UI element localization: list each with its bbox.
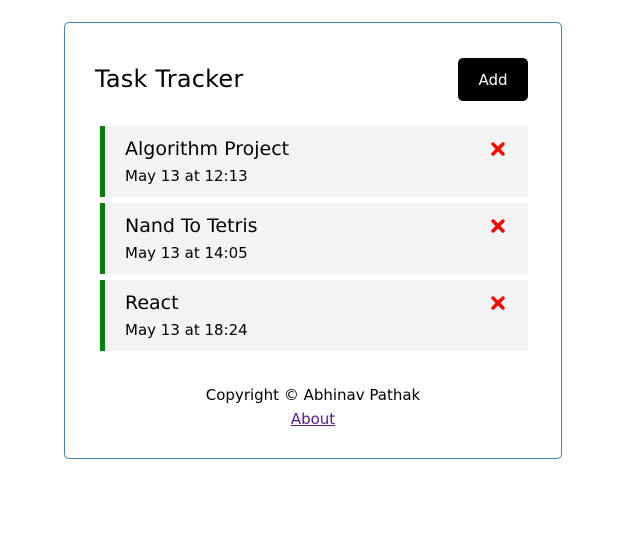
task-time: May 13 at 18:24 — [125, 321, 248, 339]
task-item[interactable]: Algorithm Project May 13 at 12:13 — [100, 126, 528, 197]
task-item[interactable]: React May 13 at 18:24 — [100, 280, 528, 351]
add-button[interactable]: Add — [458, 58, 528, 101]
page-title: Task Tracker — [95, 65, 244, 93]
task-item[interactable]: Nand To Tetris May 13 at 14:05 — [100, 203, 528, 274]
app-container: Task Tracker Add Algorithm Project May 1… — [64, 22, 562, 459]
close-icon[interactable] — [490, 295, 506, 311]
about-link[interactable]: About — [291, 407, 335, 431]
copyright-text: Copyright © Abhinav Pathak — [205, 386, 421, 404]
close-icon[interactable] — [490, 218, 506, 234]
task-time: May 13 at 14:05 — [125, 244, 248, 262]
task-list: Algorithm Project May 13 at 12:13 Nand T… — [100, 126, 528, 357]
close-icon[interactable] — [490, 141, 506, 157]
task-name: Nand To Tetris — [125, 215, 258, 237]
header: Task Tracker Add — [95, 58, 528, 101]
task-name: React — [125, 292, 179, 314]
task-name: Algorithm Project — [125, 138, 290, 160]
footer: Copyright © Abhinav Pathak About — [65, 383, 561, 431]
task-time: May 13 at 12:13 — [125, 167, 248, 185]
